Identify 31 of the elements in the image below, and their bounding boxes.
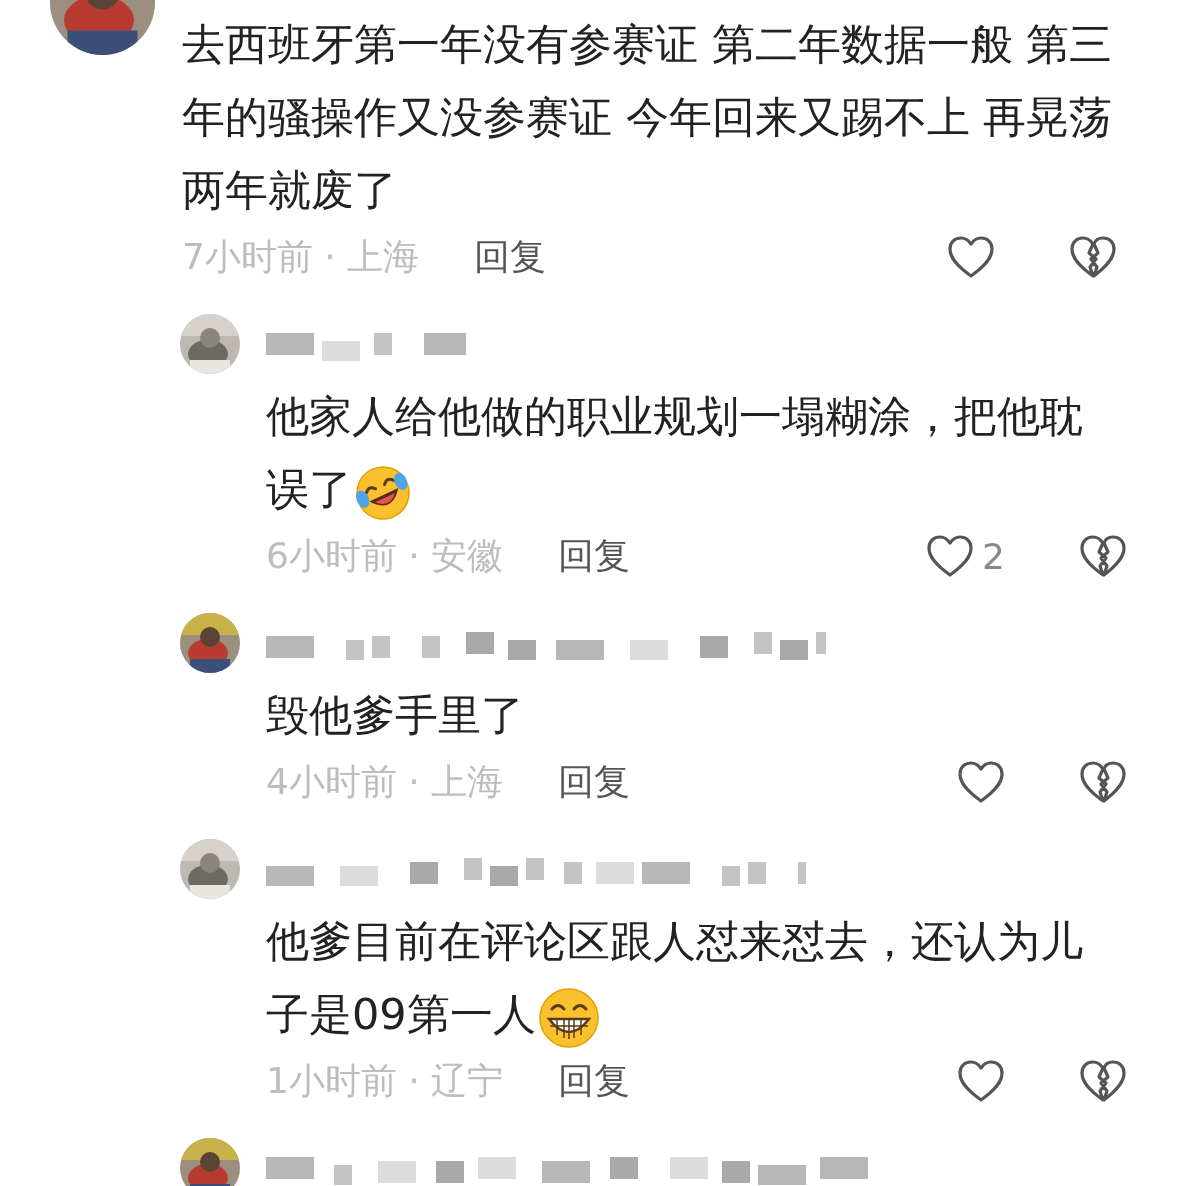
like-button[interactable] <box>957 760 1005 804</box>
comment-text: 他家人给他做的职业规划一塌糊涂，把他耽误了 <box>266 380 1106 526</box>
comment-time: 6小时前 · 安徽 <box>266 533 504 578</box>
laughing-emoji-icon <box>354 463 412 522</box>
heart-icon <box>947 235 995 279</box>
dislike-button[interactable] <box>1079 760 1127 804</box>
like-button[interactable]: 2 <box>926 534 1005 578</box>
comment-time: 4小时前 · 上海 <box>266 759 504 804</box>
dislike-button[interactable] <box>1079 534 1127 578</box>
like-button[interactable] <box>957 1059 1005 1103</box>
reply-button[interactable]: 回复 <box>558 531 631 581</box>
broken-heart-icon <box>1069 235 1117 279</box>
dislike-button[interactable] <box>1069 235 1117 279</box>
broken-heart-icon <box>1079 534 1127 578</box>
comment-time: 7小时前 · 上海 <box>182 234 420 279</box>
heart-icon <box>957 1059 1005 1103</box>
grinning-emoji-icon <box>537 986 600 1049</box>
comment-text: 他爹目前在评论区跟人怼来怼去，还认为儿子是09第一人 <box>266 905 1106 1051</box>
heart-icon <box>957 760 1005 804</box>
heart-icon <box>926 534 975 578</box>
broken-heart-icon <box>1079 1059 1127 1103</box>
broken-heart-icon <box>1079 760 1127 804</box>
comment-text: 去西班牙第一年没有参赛证 第二年数据一般 第三年的骚操作又没参赛证 今年回来又踢不上 再晃荡两年就废了 <box>182 18 1114 217</box>
reply-button[interactable]: 回复 <box>558 757 631 807</box>
like-count: 2 <box>982 535 1005 577</box>
comment-text: 毁他爹手里了 <box>266 689 525 742</box>
reply-button[interactable]: 回复 <box>474 232 547 282</box>
dislike-button[interactable] <box>1079 1059 1127 1103</box>
reply-button[interactable]: 回复 <box>558 1056 631 1106</box>
comment-time: 1小时前 · 辽宁 <box>266 1058 504 1103</box>
like-button[interactable] <box>947 235 995 279</box>
